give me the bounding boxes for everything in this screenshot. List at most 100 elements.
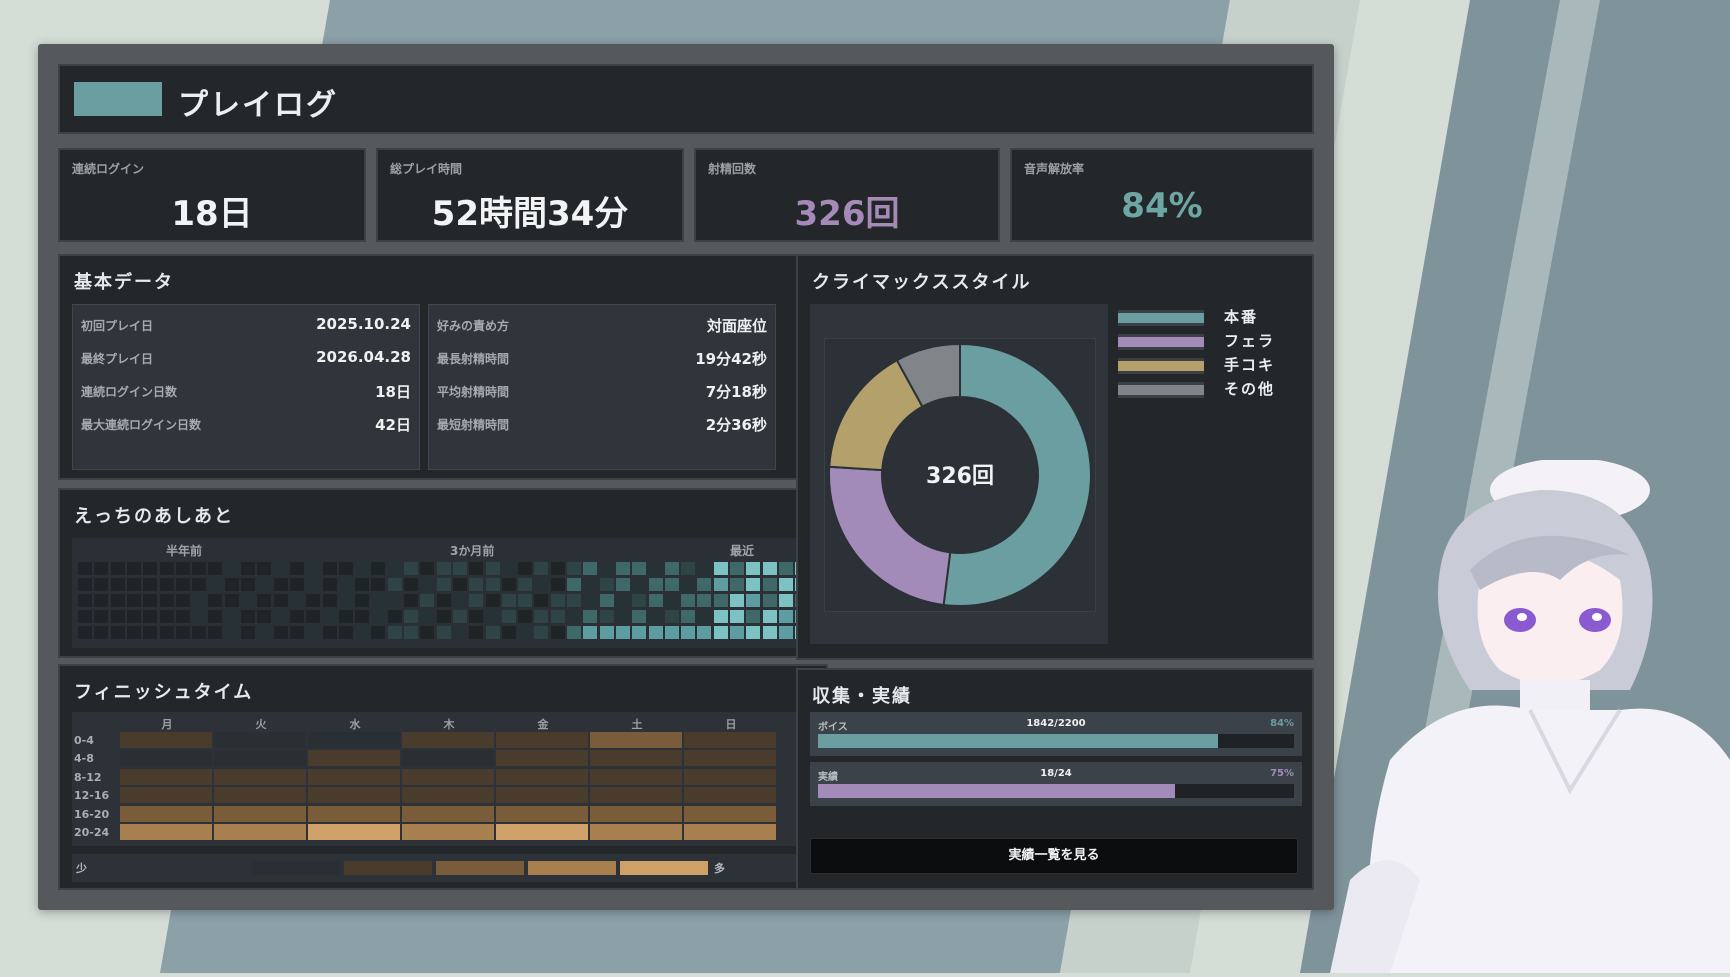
heatmap-cell <box>387 626 402 639</box>
data-key: 初回プレイ日 <box>81 319 154 333</box>
heatmap-cell <box>550 562 565 575</box>
heatmap-cell <box>322 610 337 623</box>
panel-title: フィニッシュタイム <box>74 682 254 703</box>
heatmap-cell <box>126 578 141 591</box>
stat-label: 音声解放率 <box>1024 162 1085 176</box>
legend-item: フェラ <box>1118 330 1318 350</box>
finish-cell <box>684 805 776 822</box>
data-value: 42日 <box>375 416 411 434</box>
finish-cell <box>214 824 306 840</box>
heatmap-cell <box>518 562 533 575</box>
heatmap-cell <box>501 594 516 607</box>
finish-cell <box>308 732 400 748</box>
progress-percent: 84% <box>1270 718 1294 729</box>
data-key: 好みの責め方 <box>437 319 510 333</box>
heatmap-cell <box>387 610 402 623</box>
legend-color <box>1118 358 1204 374</box>
heatmap-cell <box>567 594 581 607</box>
finish-cell <box>590 824 682 840</box>
stat-label: 射精回数 <box>708 162 757 176</box>
heatmap-cell <box>697 578 712 591</box>
heatmap-cell <box>126 594 141 607</box>
finish-cell <box>214 750 306 767</box>
heatmap-cell <box>208 562 223 575</box>
stat-value: 18日 <box>171 194 253 234</box>
heatmap-cell <box>762 610 777 623</box>
legend-swatch <box>436 861 524 875</box>
heatmap-cell <box>241 578 255 591</box>
heatmap-cell <box>583 610 598 623</box>
finish-cell <box>120 787 212 804</box>
finish-cell <box>402 768 494 785</box>
heatmap-cell <box>224 610 239 623</box>
data-row: 初回プレイ日 2025.10.24 <box>81 309 411 341</box>
heatmap-cell <box>420 594 435 607</box>
finish-cell <box>214 732 306 748</box>
finish-legend: 少 多 <box>72 854 816 882</box>
heatmap-cell <box>159 594 174 607</box>
finish-cell <box>402 750 494 767</box>
day-label: 土 <box>631 718 643 731</box>
heatmap-cell <box>338 626 353 639</box>
heatmap-cell <box>94 626 109 639</box>
legend-swatch <box>620 861 708 875</box>
progress-fill <box>818 734 1218 748</box>
data-row: 最大連続ログイン日数 42日 <box>81 408 411 440</box>
heatmap-cell <box>110 626 125 639</box>
heatmap-cell <box>241 610 255 623</box>
heatmap-cell <box>404 562 418 575</box>
donut-center-label: 326回 <box>926 464 994 489</box>
heatmap-cell <box>338 610 353 623</box>
day-label: 月 <box>161 718 173 731</box>
heatmap-cell <box>224 626 239 639</box>
heatmap-cell <box>143 610 158 623</box>
heatmap-cell <box>648 610 663 623</box>
heatmap-cell <box>534 610 549 623</box>
heatmap-cell <box>485 562 500 575</box>
heatmap-cell <box>632 578 647 591</box>
finish-cell <box>308 768 400 785</box>
heatmap-cell <box>632 626 647 639</box>
heatmap-cell <box>518 594 533 607</box>
heatmap-cell <box>713 610 728 623</box>
heatmap-cell <box>583 578 598 591</box>
heatmap-cell <box>436 562 451 575</box>
hour-label: 8-12 <box>74 770 102 784</box>
heatmap-cell <box>175 578 190 591</box>
heatmap-cell <box>550 578 565 591</box>
heatmap-cell <box>110 578 125 591</box>
hour-label: 0-4 <box>74 734 94 747</box>
heatmap-cell <box>371 626 386 639</box>
heatmap-cell <box>583 626 598 639</box>
heatmap-cell <box>355 562 370 575</box>
heatmap-cell <box>322 626 337 639</box>
heatmap-cell <box>420 578 435 591</box>
progress-fill <box>818 784 1175 798</box>
heatmap-cell <box>469 626 484 639</box>
heatmap-cell <box>452 562 467 575</box>
hour-label: 16-20 <box>74 807 110 821</box>
heatmap-cell <box>615 626 630 639</box>
heatmap-cell <box>648 578 663 591</box>
heatmap-cell <box>485 578 500 591</box>
heatmap-cell <box>322 562 337 575</box>
heatmap-cell <box>730 594 744 607</box>
legend-item: その他 <box>1118 378 1318 398</box>
view-achievements-button[interactable]: 実績一覧を見る <box>810 838 1298 874</box>
legend-label: その他 <box>1224 380 1276 398</box>
heatmap-cell <box>371 578 386 591</box>
heatmap-cell <box>599 578 614 591</box>
finish-cell <box>496 824 588 840</box>
day-label: 金 <box>537 718 549 731</box>
heatmap-cell <box>599 626 614 639</box>
heatmap-cell <box>681 562 696 575</box>
heatmap-cell <box>159 562 174 575</box>
heatmap-cell <box>615 594 630 607</box>
heatmap-cell <box>159 626 174 639</box>
finish-cell <box>590 750 682 767</box>
stat-value: 52時間34分 <box>431 194 629 234</box>
data-row: 平均射精時間 7分18秒 <box>437 375 767 407</box>
legend-label: 手コキ <box>1224 356 1276 374</box>
heatmap-cell <box>420 610 435 623</box>
heatmap-cell <box>697 594 712 607</box>
